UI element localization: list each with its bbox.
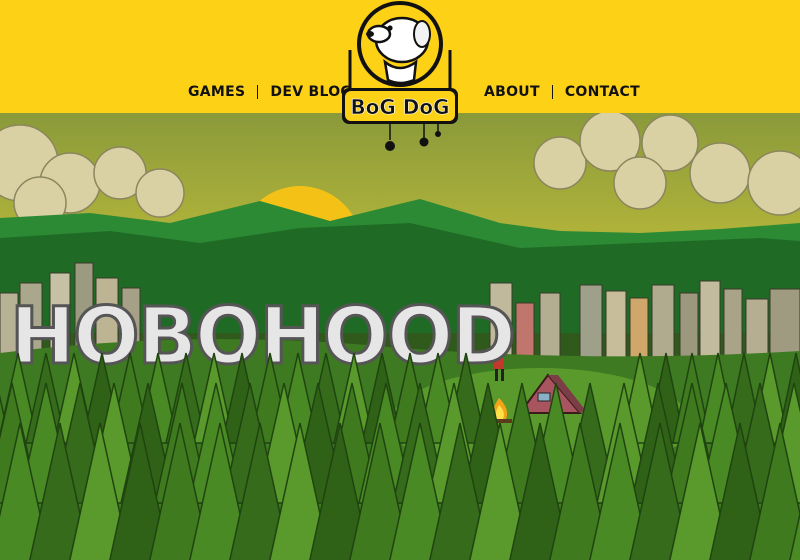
nav-right: ABOUT CONTACT [484,84,640,100]
nav-link-games[interactable]: GAMES [188,84,245,100]
nav-left: GAMES DEV BLOG [188,84,352,100]
logo-text: BoG DoG [350,95,449,119]
nav-link-contact[interactable]: CONTACT [565,84,640,100]
hero-banner: HOBOHOOD [0,113,800,560]
bogdog-logo[interactable]: BoG DoG [330,0,470,160]
nav-divider [551,85,553,99]
nav-divider [257,85,259,99]
hero-illustration: HOBOHOOD [0,113,800,560]
nav-link-about[interactable]: ABOUT [484,84,540,100]
